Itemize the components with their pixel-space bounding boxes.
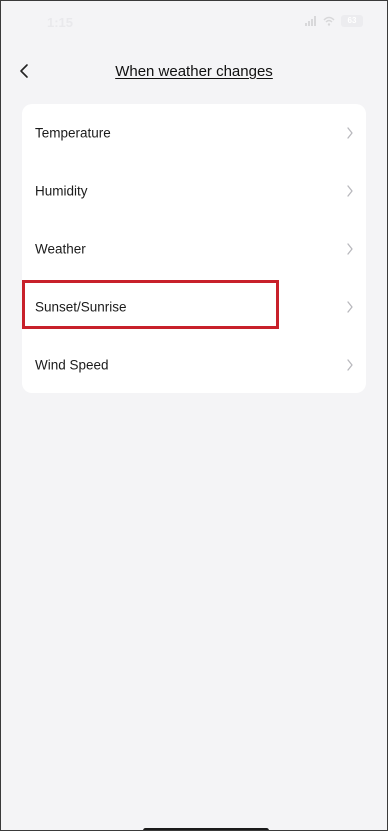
battery-level: 63: [347, 16, 357, 25]
list-item-weather[interactable]: Weather: [22, 220, 366, 278]
list-item-wind-speed[interactable]: Wind Speed: [22, 336, 366, 394]
conditions-list: Temperature Humidity Weather Sunset/Sunr…: [22, 104, 366, 393]
navigation-bar: When weather changes: [1, 53, 387, 93]
list-item-sunset-sunrise[interactable]: Sunset/Sunrise: [22, 278, 366, 336]
status-icons: 63: [305, 15, 363, 27]
list-item-label: Temperature: [35, 125, 111, 141]
chevron-right-icon: [347, 301, 353, 313]
page-title: When weather changes: [115, 63, 273, 80]
list-item-label: Weather: [35, 241, 86, 257]
list-item-humidity[interactable]: Humidity: [22, 162, 366, 220]
list-item-label: Sunset/Sunrise: [35, 299, 127, 315]
chevron-right-icon: [347, 127, 353, 139]
list-item-label: Wind Speed: [35, 357, 109, 373]
signal-icon: [305, 16, 316, 26]
app-screen: 1:15 63 When weather changes Temperature…: [0, 0, 388, 831]
chevron-right-icon: [347, 359, 353, 371]
status-bar: 1:15 63: [1, 1, 387, 45]
chevron-right-icon: [347, 185, 353, 197]
status-time: 1:15: [47, 15, 74, 30]
battery-icon: 63: [341, 15, 363, 27]
list-item-temperature[interactable]: Temperature: [22, 104, 366, 162]
wifi-icon: [323, 16, 335, 26]
list-item-label: Humidity: [35, 183, 88, 199]
chevron-right-icon: [347, 243, 353, 255]
